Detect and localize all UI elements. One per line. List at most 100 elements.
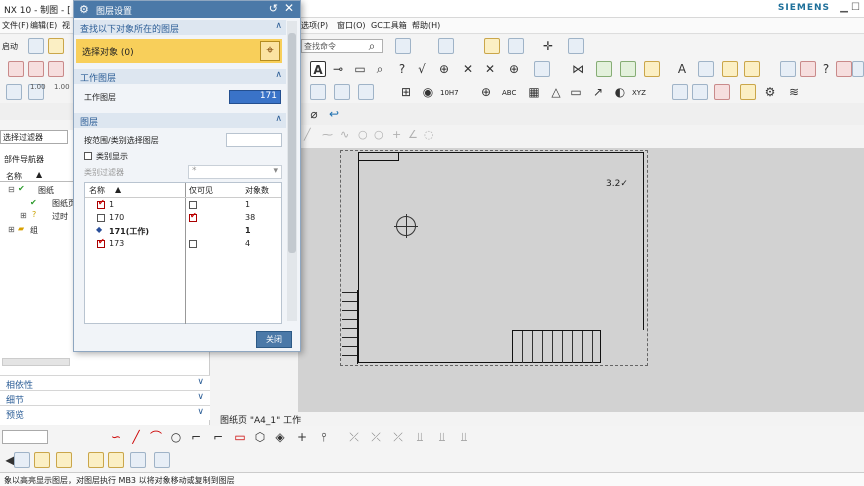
- dialog-scrollbar[interactable]: [287, 21, 297, 321]
- gear-icon[interactable]: ⚙: [762, 84, 778, 100]
- sort-arrow-icon[interactable]: ▲: [115, 185, 121, 194]
- menu-file[interactable]: 文件(F): [2, 20, 29, 31]
- grid-icon[interactable]: ⊞: [398, 84, 414, 100]
- category-filter-dropdown[interactable]: * ▾: [188, 165, 282, 179]
- explode-icon[interactable]: [154, 452, 170, 468]
- diameter-icon[interactable]: ⌀: [306, 106, 322, 122]
- panel-dependencies[interactable]: 相依性 ∨: [0, 375, 210, 391]
- offset-icon[interactable]: ⫫: [412, 429, 428, 445]
- layer-checkbox[interactable]: [97, 237, 105, 248]
- target-point-icon[interactable]: ⊕: [506, 61, 522, 77]
- fit-tolerance-label[interactable]: 10H7: [440, 89, 459, 97]
- edit-green-icon[interactable]: [596, 61, 612, 77]
- symbol-icon[interactable]: ⊸: [330, 61, 346, 77]
- close-button[interactable]: 关闭: [256, 331, 292, 348]
- view-create-icon[interactable]: [28, 61, 44, 77]
- reset-icon[interactable]: ↺: [269, 2, 278, 15]
- chamfer-icon[interactable]: ⌐: [210, 429, 226, 445]
- layout-icon[interactable]: [800, 61, 816, 77]
- quick-trim-icon[interactable]: ⫯: [316, 429, 332, 445]
- spline-icon[interactable]: ∽: [108, 429, 124, 445]
- text-style-icon[interactable]: A: [674, 61, 690, 77]
- trim-icon[interactable]: ⤫: [346, 429, 362, 445]
- xyz-label[interactable]: XYZ: [632, 89, 646, 97]
- surface-finish-icon[interactable]: √: [414, 61, 430, 77]
- constraint-icon[interactable]: [88, 452, 104, 468]
- open-file-icon[interactable]: [48, 38, 64, 54]
- gear-icon[interactable]: ⚙: [79, 3, 89, 16]
- circle-snap-icon[interactable]: ○: [358, 128, 368, 141]
- help-search-icon[interactable]: ?: [394, 61, 410, 77]
- col-visible-header[interactable]: 仅可见: [189, 185, 213, 196]
- add-component-icon[interactable]: [56, 452, 72, 468]
- work-layer-input[interactable]: 171: [229, 90, 281, 104]
- tools-icon[interactable]: [484, 38, 500, 54]
- mirror-icon[interactable]: ⫫: [456, 429, 472, 445]
- menu-gc-toolbox[interactable]: GC工具箱: [371, 20, 407, 31]
- sort-arrow-icon[interactable]: ▲: [36, 170, 42, 179]
- select-crosshair-button[interactable]: ⌖: [260, 41, 280, 61]
- parts-list-icon[interactable]: [714, 84, 730, 100]
- weld-icon[interactable]: ⋈: [570, 61, 586, 77]
- menu-options[interactable]: 选项(P): [301, 20, 328, 31]
- panel-details[interactable]: 细节 ∨: [0, 390, 210, 406]
- range-select-input[interactable]: [226, 133, 282, 147]
- nav-hscrollbar[interactable]: [2, 358, 70, 366]
- layer-stack-icon[interactable]: [6, 84, 22, 100]
- component-icon[interactable]: [14, 452, 30, 468]
- scrollbar-thumb[interactable]: [288, 33, 296, 253]
- box-alt-icon[interactable]: [744, 61, 760, 77]
- menu-edit[interactable]: 编辑(E): [30, 20, 57, 31]
- arc-icon[interactable]: ⌒: [148, 429, 164, 445]
- menu-help[interactable]: 帮助(H): [412, 20, 440, 31]
- edit-style-icon[interactable]: [620, 61, 636, 77]
- assembly-icon[interactable]: [740, 84, 756, 100]
- line-icon[interactable]: ╱: [128, 429, 144, 445]
- menu-view[interactable]: 视: [62, 20, 70, 31]
- format-icon[interactable]: [836, 61, 852, 77]
- drawing-sheet-icon[interactable]: [8, 61, 24, 77]
- note-text-label[interactable]: ABC: [502, 89, 516, 97]
- assembly-load-icon[interactable]: [34, 452, 50, 468]
- table-row[interactable]: ◆ 171(工作) 1: [85, 225, 281, 237]
- category-display-checkbox[interactable]: [84, 152, 92, 160]
- projected-view-icon[interactable]: [48, 61, 64, 77]
- tree-item-outdated[interactable]: 过时: [52, 211, 68, 222]
- start-menu-button[interactable]: 启动: [2, 41, 18, 52]
- zoom-icon[interactable]: ⌕: [372, 61, 388, 77]
- point-icon[interactable]: ◈: [272, 429, 288, 445]
- table-row[interactable]: 170 38: [85, 211, 281, 224]
- tree-item-drawing[interactable]: 图纸: [38, 185, 54, 196]
- visible-only-checkbox[interactable]: [189, 211, 197, 222]
- axis-icon[interactable]: ✛: [540, 38, 556, 54]
- quadrant-snap-icon[interactable]: ◌: [424, 128, 434, 141]
- fillet-icon[interactable]: ⌐: [188, 429, 204, 445]
- panel-preview[interactable]: 预览 ∨: [0, 405, 210, 421]
- visible-only-checkbox[interactable]: [189, 240, 197, 248]
- flag-icon[interactable]: ▭: [568, 84, 584, 100]
- undo-icon[interactable]: ↩: [326, 106, 342, 122]
- tree-item-group[interactable]: 组: [30, 225, 38, 236]
- corner-icon[interactable]: ⤫: [390, 429, 406, 445]
- new-file-icon[interactable]: [28, 38, 44, 54]
- selection-filter-dropdown[interactable]: 选择过滤器: [0, 130, 68, 144]
- mate-icon[interactable]: [130, 452, 146, 468]
- curve-snap-icon[interactable]: ⁓: [322, 128, 333, 141]
- settings-yellow-icon[interactable]: [644, 61, 660, 77]
- select-objects-row[interactable]: 选择对象 (0) ⌖: [76, 39, 282, 63]
- tolerance-icon[interactable]: ◉: [420, 84, 436, 100]
- section-layers[interactable]: 图层 ∧: [74, 113, 286, 128]
- window-controls[interactable]: ▁ ☐: [840, 2, 860, 13]
- centerpoint-icon[interactable]: ◐: [612, 84, 628, 100]
- pattern-icon[interactable]: ⫫: [434, 429, 450, 445]
- tangent-snap-icon[interactable]: ∠: [408, 128, 418, 141]
- part-icon[interactable]: [438, 38, 454, 54]
- frame-icon[interactable]: [310, 84, 326, 100]
- datum-icon[interactable]: ▭: [352, 61, 368, 77]
- snap-dropdown[interactable]: [2, 430, 48, 444]
- section-find-objects[interactable]: 查找以下对象所在的图层 ∧: [74, 20, 286, 35]
- crop-icon[interactable]: [358, 84, 374, 100]
- tree-expand-icon[interactable]: ⊟: [8, 185, 15, 194]
- cross-icon[interactable]: ✕: [460, 61, 476, 77]
- extend-icon[interactable]: ⤫: [368, 429, 384, 445]
